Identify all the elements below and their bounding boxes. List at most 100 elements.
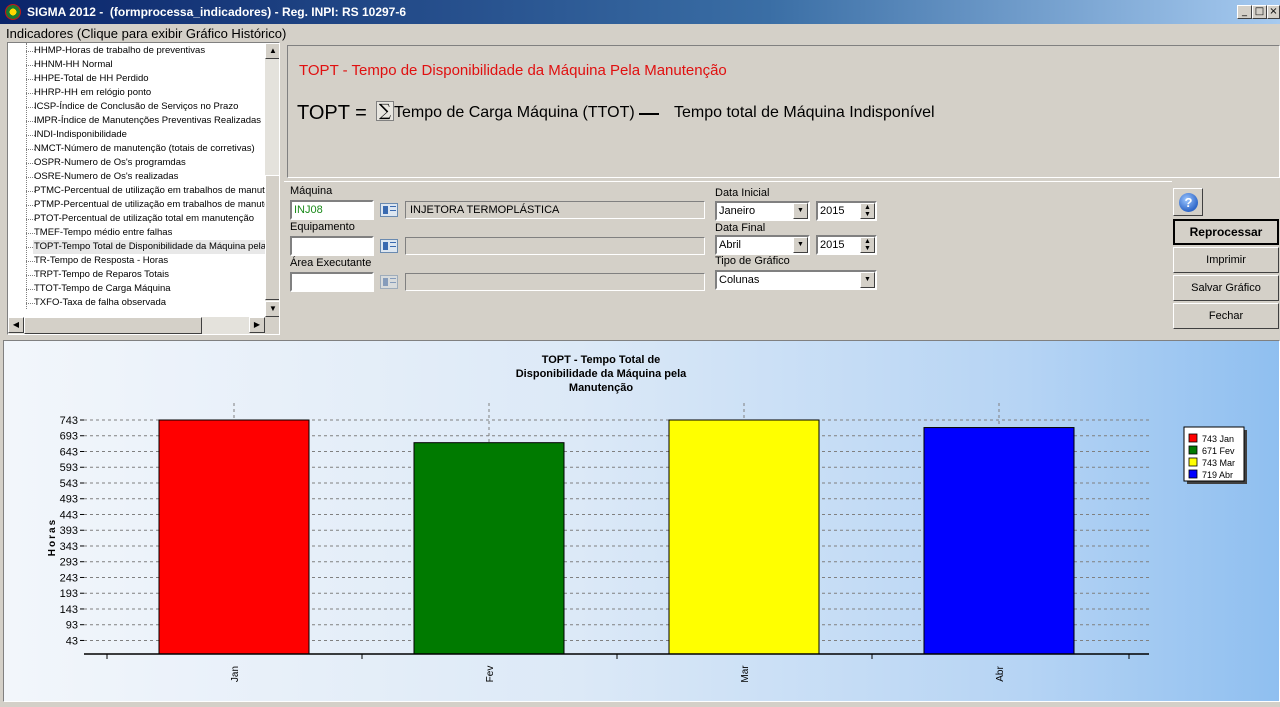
- data-inicial-month-value: Janeiro: [719, 205, 756, 217]
- scroll-left-icon[interactable]: ◀: [8, 317, 24, 333]
- window-title: SIGMA 2012 - (formprocessa_indicadores) …: [27, 5, 407, 19]
- tree-item[interactable]: HHPE-Total de HH Perdido: [8, 72, 265, 86]
- tree-item[interactable]: TMEF-Tempo médio entre falhas: [8, 226, 265, 240]
- horizontal-scroll-thumb[interactable]: [24, 317, 202, 334]
- maximize-button[interactable]: □: [1252, 5, 1267, 19]
- tree-item[interactable]: HHNM-HH Normal: [8, 58, 265, 72]
- spin-arrows-icon[interactable]: ▲ ▼: [860, 203, 875, 219]
- tree-item[interactable]: TR-Tempo de Resposta - Horas: [8, 254, 265, 268]
- tipo-grafico-select[interactable]: Colunas ▼: [715, 270, 877, 290]
- data-final-month-select[interactable]: Abril ▼: [715, 235, 810, 255]
- minus-sign: [639, 113, 659, 115]
- bar: [923, 427, 1075, 655]
- tree-item-label: IMPR-Índice de Manutenções Preventivas R…: [34, 115, 262, 126]
- tree-item-label: NMCT-Número de manutenção (totais de cor…: [34, 143, 255, 154]
- tree-item[interactable]: TXFO-Taxa de falha observada: [8, 296, 265, 310]
- tipo-grafico-value: Colunas: [719, 274, 760, 286]
- formula-lhs: TOPT =: [297, 102, 367, 124]
- tree-item-label: PTMP-Percentual de utilização em trabalh…: [34, 199, 265, 210]
- tree-item[interactable]: TOPT-Tempo Total de Disponibilidade da M…: [8, 240, 265, 254]
- action-panel: ? Reprocessar Imprimir Salvar Gráfico Fe…: [1172, 186, 1280, 332]
- data-inicial-month-select[interactable]: Janeiro ▼: [715, 201, 810, 221]
- chart-title-line: Disponibilidade da Máquina pela: [516, 368, 687, 380]
- data-inicial-year-spinner[interactable]: 2015 ▲ ▼: [816, 201, 877, 221]
- maquina-lookup-icon[interactable]: [380, 203, 398, 217]
- chevron-down-icon[interactable]: ▼: [860, 272, 875, 288]
- tree-item[interactable]: TTOT-Tempo de Carga Máquina: [8, 282, 265, 296]
- formula-title: TOPT - Tempo de Disponibilidade da Máqui…: [299, 62, 727, 79]
- y-axis-label: Horas: [47, 518, 58, 556]
- tree-item[interactable]: INDI-Indisponibilidade: [8, 128, 265, 142]
- tree-item-label: TXFO-Taxa de falha observada: [34, 297, 167, 308]
- bar: [413, 442, 565, 655]
- reprocessar-button[interactable]: Reprocessar: [1173, 219, 1279, 245]
- y-tick-label: 43: [66, 635, 78, 647]
- tree-item[interactable]: TRPT-Tempo de Reparos Totais: [8, 268, 265, 282]
- chevron-down-icon[interactable]: ▼: [793, 237, 808, 253]
- y-tick-label: 243: [60, 572, 78, 584]
- x-tick-label: Jan: [230, 666, 241, 682]
- tree-item[interactable]: NMCT-Número de manutenção (totais de cor…: [8, 142, 265, 156]
- equipamento-lookup-icon[interactable]: [380, 239, 398, 253]
- help-button[interactable]: ?: [1173, 188, 1203, 216]
- vertical-scroll-thumb[interactable]: [265, 175, 279, 300]
- tree-item-label: INDI-Indisponibilidade: [34, 129, 127, 140]
- y-tick-label: 193: [60, 588, 78, 600]
- maquina-label: Máquina: [290, 185, 333, 197]
- tree-horizontal-scrollbar[interactable]: ◀ ▶: [8, 317, 265, 334]
- chart-panel: TOPT - Tempo Total de Disponibilidade da …: [3, 340, 1280, 702]
- tree-item[interactable]: IMPR-Índice de Manutenções Preventivas R…: [8, 114, 265, 128]
- maquina-code-input[interactable]: INJ08: [290, 200, 374, 220]
- data-final-label: Data Final: [715, 222, 766, 234]
- tree-item[interactable]: OSRE-Numero de Os's realizadas: [8, 170, 265, 184]
- chart-title-line: TOPT - Tempo Total de: [542, 354, 661, 366]
- tree-item[interactable]: OSPR-Numero de Os's programdas: [8, 156, 265, 170]
- bar: [158, 419, 310, 655]
- tree-item[interactable]: PTOT-Percentual de utilização total em m…: [8, 212, 265, 226]
- x-tick-label: Abr: [995, 666, 1006, 682]
- legend-label: 743 Mar: [1202, 458, 1235, 468]
- area-description: [405, 273, 705, 291]
- filter-panel: Máquina INJ08 INJETORA TERMOPLÁSTICA Equ…: [284, 181, 1172, 335]
- fechar-button[interactable]: Fechar: [1173, 303, 1279, 329]
- tree-item-label: HHMP-Horas de trabalho de preventivas: [34, 45, 206, 56]
- spin-arrows-icon[interactable]: ▲ ▼: [860, 237, 875, 253]
- formula-term-indisponivel: Tempo total de Máquina Indisponível: [674, 104, 935, 121]
- scroll-right-icon[interactable]: ▶: [249, 317, 265, 333]
- help-icon: ?: [1179, 193, 1198, 212]
- equipamento-code-input[interactable]: [290, 236, 374, 256]
- tree-vertical-scrollbar[interactable]: ▲ ▼: [265, 43, 279, 317]
- equipamento-description: [405, 237, 705, 255]
- data-final-year-spinner[interactable]: 2015 ▲ ▼: [816, 235, 877, 255]
- legend-swatch: [1188, 457, 1198, 467]
- tree-item-label: TR-Tempo de Resposta - Horas: [34, 255, 169, 266]
- y-tick-label: 143: [60, 604, 78, 616]
- legend-swatch: [1188, 433, 1198, 443]
- y-tick-label: 343: [60, 541, 78, 553]
- minimize-button[interactable]: _: [1237, 5, 1252, 19]
- scroll-down-icon[interactable]: ▼: [265, 301, 279, 317]
- title-bar: SIGMA 2012 - (formprocessa_indicadores) …: [0, 0, 1280, 24]
- data-final-month-value: Abril: [719, 239, 742, 251]
- legend-label: 719 Abr: [1202, 470, 1233, 480]
- legend-swatch: [1188, 469, 1198, 479]
- tree-item-label: TRPT-Tempo de Reparos Totais: [34, 269, 169, 280]
- chevron-down-icon[interactable]: ▼: [793, 203, 808, 219]
- tree-item[interactable]: PTMC-Percentual de utilização em trabalh…: [8, 184, 265, 198]
- tree-item-label: HHNM-HH Normal: [34, 59, 113, 70]
- tree-item-label: PTOT-Percentual de utilização total em m…: [34, 213, 255, 224]
- salvar-grafico-button[interactable]: Salvar Gráfico: [1173, 275, 1279, 301]
- area-executante-input[interactable]: [290, 272, 374, 292]
- tree-item[interactable]: PTMP-Percentual de utilização em trabalh…: [8, 198, 265, 212]
- tree-item[interactable]: HHRP-HH em relógio ponto: [8, 86, 265, 100]
- close-button[interactable]: ×: [1267, 5, 1280, 19]
- tree-item[interactable]: HHMP-Horas de trabalho de preventivas: [8, 44, 265, 58]
- tree-item-label: HHRP-HH em relógio ponto: [34, 87, 152, 98]
- data-inicial-year-value: 2015: [820, 205, 845, 217]
- y-tick-label: 543: [60, 478, 78, 490]
- tree-item-label: TOPT-Tempo Total de Disponibilidade da M…: [33, 240, 265, 254]
- scroll-up-icon[interactable]: ▲: [265, 43, 279, 59]
- imprimir-button[interactable]: Imprimir: [1173, 247, 1279, 273]
- data-inicial-label: Data Inicial: [715, 187, 770, 199]
- tree-item[interactable]: ICSP-Índice de Conclusão de Serviços no …: [8, 100, 265, 114]
